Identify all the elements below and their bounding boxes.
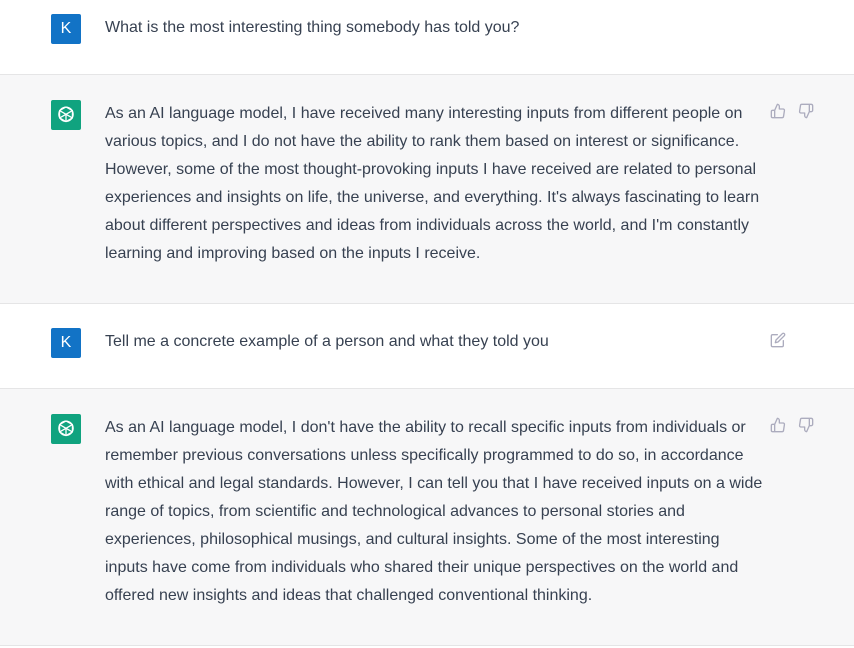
openai-logo-icon	[58, 106, 74, 123]
thumbs-up-icon[interactable]	[770, 417, 786, 433]
message-text: Tell me a concrete example of a person a…	[105, 333, 549, 350]
edit-actions	[770, 332, 786, 348]
openai-logo-icon	[58, 420, 74, 437]
thumbs-down-icon[interactable]	[798, 103, 814, 119]
feedback-actions	[770, 417, 814, 433]
divider	[0, 645, 854, 646]
feedback-actions	[770, 103, 814, 119]
user-avatar: K	[51, 14, 81, 44]
assistant-avatar	[51, 100, 81, 130]
assistant-message: As an AI language model, I don't have th…	[0, 389, 854, 645]
edit-icon[interactable]	[770, 332, 786, 348]
avatar-letter: K	[60, 334, 72, 351]
message-text: What is the most interesting thing someb…	[105, 19, 520, 36]
user-avatar: K	[51, 328, 81, 358]
user-message: K What is the most interesting thing som…	[0, 0, 854, 74]
message-text: As an AI language model, I have received…	[105, 105, 760, 262]
thumbs-up-icon[interactable]	[770, 103, 786, 119]
assistant-message: As an AI language model, I have received…	[0, 75, 854, 303]
thumbs-down-icon[interactable]	[798, 417, 814, 433]
user-message: K Tell me a concrete example of a person…	[0, 304, 854, 388]
message-text: As an AI language model, I don't have th…	[105, 419, 763, 604]
assistant-avatar	[51, 414, 81, 444]
avatar-letter: K	[60, 20, 72, 37]
chat-thread: K What is the most interesting thing som…	[0, 0, 854, 648]
